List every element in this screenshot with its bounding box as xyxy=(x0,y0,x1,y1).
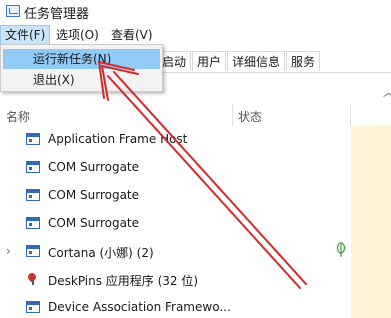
tab-details[interactable]: 详细信息 xyxy=(227,51,286,71)
tab-users[interactable]: 用户 xyxy=(192,51,227,71)
menu-run-new-task[interactable]: 运行新任务(N) xyxy=(3,49,160,69)
task-manager-window: 任务管理器 文件(F) 选项(O) 查看(V) 启动 用户 详细信息 服务 ︿ … xyxy=(0,0,391,318)
process-name: COM Surrogate xyxy=(48,160,140,174)
process-row[interactable]: COM Surrogate xyxy=(0,154,351,182)
process-name: DeskPins 应用程序 (32 位) xyxy=(48,274,199,288)
process-name: Device Association Framewo... xyxy=(48,300,231,314)
app-window-icon xyxy=(26,217,40,229)
menu-file[interactable]: 文件(F) xyxy=(0,25,51,45)
column-divider[interactable] xyxy=(350,104,351,126)
leaf-icon xyxy=(336,242,346,257)
app-window-icon xyxy=(26,133,40,145)
menu-view[interactable]: 查看(V) xyxy=(107,25,157,45)
process-name: COM Surrogate xyxy=(48,188,140,202)
process-row[interactable]: › Cortana (小娜) (2) xyxy=(0,238,351,266)
process-name: COM Surrogate xyxy=(48,216,140,230)
process-row[interactable]: COM Surrogate xyxy=(0,210,351,238)
column-header: 名称 状态 xyxy=(0,104,391,126)
process-name: Application Frame Host xyxy=(48,132,188,146)
column-status[interactable]: 状态 xyxy=(238,108,262,125)
task-manager-icon xyxy=(6,5,20,17)
process-name: Cortana (小娜) (2) xyxy=(48,246,154,260)
menu-options[interactable]: 选项(O) xyxy=(52,25,103,45)
usage-column-background xyxy=(351,126,391,318)
app-window-icon xyxy=(26,161,40,173)
process-row[interactable]: Application Frame Host xyxy=(0,126,351,154)
column-divider[interactable] xyxy=(232,104,233,126)
window-title: 任务管理器 xyxy=(24,7,90,22)
app-window-icon xyxy=(26,301,40,313)
app-window-icon xyxy=(26,245,40,257)
process-row[interactable]: DeskPins 应用程序 (32 位) xyxy=(0,266,351,294)
file-menu-dropdown: 运行新任务(N) 退出(X) xyxy=(0,44,163,92)
process-row[interactable]: COM Surrogate xyxy=(0,182,351,210)
title-bar: 任务管理器 xyxy=(0,0,391,24)
tab-services[interactable]: 服务 xyxy=(286,51,321,71)
app-window-icon xyxy=(26,189,40,201)
pin-icon xyxy=(26,273,40,285)
menu-exit[interactable]: 退出(X) xyxy=(3,70,160,90)
menu-bar: 文件(F) 选项(O) 查看(V) xyxy=(0,25,391,45)
column-name[interactable]: 名称 xyxy=(6,108,30,125)
process-row[interactable]: Device Association Framewo... xyxy=(0,294,351,318)
sort-chevron-up-icon[interactable]: ︿ xyxy=(383,84,391,100)
expand-chevron-icon[interactable]: › xyxy=(6,244,11,258)
